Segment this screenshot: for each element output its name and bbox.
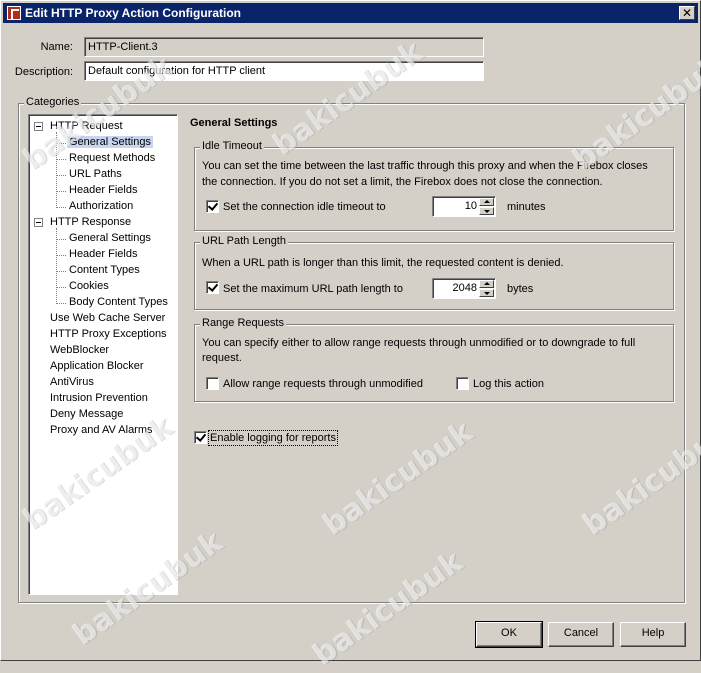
url-path-length-checkbox-label: Set the maximum URL path length to: [223, 283, 403, 295]
tree-item[interactable]: General Settings: [67, 135, 153, 150]
tree-item-label: General Settings: [69, 232, 151, 244]
url-path-length-group: URL Path Length: [194, 235, 674, 310]
description-label: Description:: [14, 66, 73, 78]
window-title: Edit HTTP Proxy Action Configuration: [25, 6, 241, 20]
url-path-length-description: When a URL path is longer than this limi…: [202, 257, 564, 269]
enable-logging-label: Enable logging for reports: [208, 430, 338, 446]
tree-item-label: Content Types: [69, 264, 140, 276]
ok-button[interactable]: OK: [475, 621, 543, 648]
range-requests-title: Range Requests: [200, 317, 286, 329]
tree-item-label: Cookies: [69, 280, 109, 292]
tree-connector: [56, 207, 66, 208]
tree-connector: [56, 239, 66, 240]
url-path-length-title: URL Path Length: [200, 235, 288, 247]
allow-range-requests-checkbox[interactable]: [206, 377, 219, 390]
tree-item[interactable]: HTTP Proxy Exceptions: [48, 327, 169, 342]
tree-item-label: Authorization: [69, 200, 134, 212]
tree-connector: [56, 159, 66, 160]
tree-item[interactable]: URL Paths: [67, 167, 124, 182]
idle-timeout-spinner[interactable]: 10: [432, 196, 496, 217]
idle-timeout-description-1: You can set the time between the last tr…: [202, 160, 648, 172]
tree-item[interactable]: Intrusion Prevention: [48, 391, 150, 406]
idle-timeout-checkbox[interactable]: [206, 200, 219, 213]
cancel-button[interactable]: Cancel: [548, 622, 614, 647]
tree-item[interactable]: HTTP Request: [48, 119, 125, 134]
tree-item-label: Proxy and AV Alarms: [50, 424, 153, 436]
idle-timeout-value: 10: [464, 200, 477, 212]
tree-item[interactable]: Body Content Types: [67, 295, 170, 310]
url-path-length-spinner[interactable]: 2048: [432, 278, 496, 299]
spin-down-icon[interactable]: [479, 289, 494, 297]
tree-item[interactable]: Header Fields: [67, 183, 139, 198]
tree-item-label: General Settings: [67, 136, 153, 148]
name-field[interactable]: HTTP-Client.3: [84, 37, 484, 57]
tree-item-label: HTTP Response: [50, 216, 132, 228]
tree-item-label: Application Blocker: [50, 360, 144, 372]
tree-connector: [56, 271, 66, 272]
spin-down-icon[interactable]: [479, 207, 494, 215]
tree-connector: [56, 175, 66, 176]
collapse-icon[interactable]: [34, 218, 43, 227]
dialog-window: Edit HTTP Proxy Action Configuration ✕ N…: [0, 0, 701, 673]
url-path-length-unit: bytes: [507, 283, 534, 295]
allow-range-requests-label: Allow range requests through unmodified: [223, 378, 423, 390]
tree-connector: [56, 143, 66, 144]
tree-item-label: HTTP Proxy Exceptions: [50, 328, 167, 340]
close-button[interactable]: ✕: [679, 6, 695, 20]
tree-item[interactable]: Proxy and AV Alarms: [48, 423, 155, 438]
tree-item-label: Header Fields: [69, 184, 138, 196]
idle-timeout-description-2: the connection. If you do not set a limi…: [202, 176, 603, 188]
tree-connector: [56, 255, 66, 256]
idle-timeout-title: Idle Timeout: [200, 140, 264, 152]
tree-connector: [56, 287, 66, 288]
tree-item-label: AntiVirus: [50, 376, 94, 388]
url-path-length-value: 2048: [452, 282, 477, 294]
tree-item[interactable]: Request Methods: [67, 151, 157, 166]
tree-item-label: Request Methods: [69, 152, 156, 164]
tree-item-label: Header Fields: [69, 248, 138, 260]
tree-item[interactable]: HTTP Response: [48, 215, 133, 230]
description-field[interactable]: Default configuration for HTTP client: [84, 61, 484, 81]
tree-item-label: Deny Message: [50, 408, 124, 420]
idle-timeout-checkbox-label: Set the connection idle timeout to: [223, 201, 386, 213]
log-this-action-checkbox[interactable]: [456, 377, 469, 390]
tree-item[interactable]: Deny Message: [48, 407, 125, 422]
collapse-icon[interactable]: [34, 122, 43, 131]
range-requests-group: Range Requests: [194, 317, 674, 402]
tree-item-label: WebBlocker: [50, 344, 110, 356]
tree-item-label: Body Content Types: [69, 296, 168, 308]
tree-item-label: URL Paths: [69, 168, 122, 180]
log-this-action-label: Log this action: [473, 378, 544, 390]
tree-item[interactable]: AntiVirus: [48, 375, 96, 390]
panel-heading: General Settings: [190, 117, 278, 129]
spin-up-icon[interactable]: [479, 198, 494, 206]
tree-item[interactable]: Application Blocker: [48, 359, 146, 374]
tree-item[interactable]: General Settings: [67, 231, 153, 246]
tree-item[interactable]: Cookies: [67, 279, 111, 294]
range-requests-description-2: request.: [202, 352, 242, 364]
tree-item-label: Intrusion Prevention: [50, 392, 148, 404]
tree-connector: [56, 132, 57, 208]
tree-item[interactable]: Authorization: [67, 199, 135, 214]
help-button[interactable]: Help: [620, 622, 686, 647]
tree-connector: [56, 228, 57, 304]
range-requests-description-1: You can specify either to allow range re…: [202, 337, 636, 349]
categories-tree[interactable]: HTTP Request General Settings Request Meth…: [28, 114, 178, 595]
tree-item-label: Use Web Cache Server: [50, 312, 166, 324]
tree-item[interactable]: Content Types: [67, 263, 142, 278]
tree-item-label: HTTP Request: [50, 120, 123, 132]
idle-timeout-unit: minutes: [507, 201, 546, 213]
enable-logging-checkbox[interactable]: [194, 431, 207, 444]
tree-item[interactable]: Use Web Cache Server: [48, 311, 167, 326]
url-path-length-checkbox[interactable]: [206, 281, 219, 294]
tree-connector: [56, 191, 66, 192]
tree-item[interactable]: WebBlocker: [48, 343, 111, 358]
spin-up-icon[interactable]: [479, 280, 494, 288]
tree-connector: [56, 303, 66, 304]
title-bar[interactable]: Edit HTTP Proxy Action Configuration ✕: [3, 3, 698, 23]
tree-item[interactable]: Header Fields: [67, 247, 139, 262]
app-icon: [7, 6, 21, 20]
name-label: Name:: [40, 41, 73, 53]
categories-group-title: Categories: [24, 96, 82, 108]
